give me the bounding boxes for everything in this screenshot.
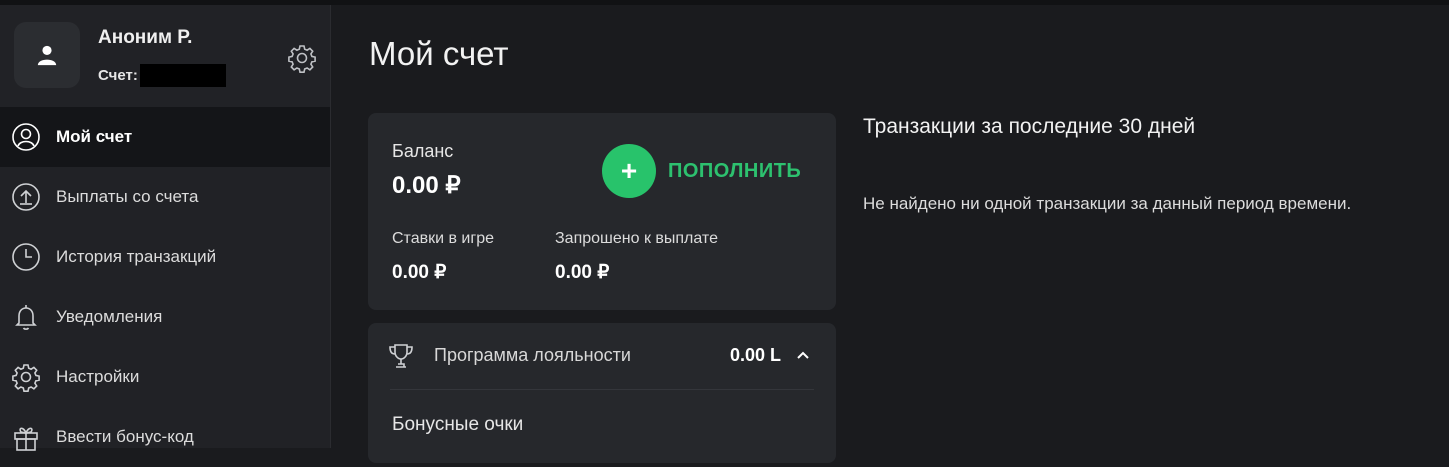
sidebar-item-label: Настройки — [56, 367, 140, 386]
topup-button[interactable]: + ПОПОЛНИТЬ — [602, 143, 802, 199]
balance-value: 0.00 ₽ — [392, 172, 461, 199]
sidebar-item-withdrawals[interactable]: Выплаты со счета — [0, 167, 330, 227]
sidebar-item-label: Мой счет — [56, 127, 133, 146]
balance-card: Баланс 0.00 ₽ + ПОПОЛНИТЬ Ставки в игре … — [368, 113, 836, 310]
trophy-icon — [386, 341, 416, 376]
transactions-title: Транзакции за последние 30 дней — [863, 115, 1196, 138]
sidebar-item-label: История транзакций — [56, 247, 217, 266]
avatar[interactable] — [14, 22, 80, 88]
user-circle-icon — [11, 122, 41, 152]
gear-icon — [11, 362, 41, 392]
loyalty-panel: Программа лояльности 0.00 L Бонусные очк… — [368, 323, 836, 463]
sidebar-item-settings[interactable]: Настройки — [0, 347, 330, 407]
account-number: Счет: — [98, 64, 226, 87]
sidebar-item-label: Уведомления — [56, 307, 163, 326]
sidebar-item-bonus-code[interactable]: Ввести бонус-код — [0, 407, 330, 467]
sidebar-item-my-account[interactable]: Мой счет — [0, 107, 330, 167]
profile-block: Аноним Р. Счет: — [0, 5, 330, 107]
loyalty-header[interactable]: Программа лояльности 0.00 L — [368, 323, 836, 389]
page-title: Мой счет — [369, 35, 509, 72]
chevron-up-icon[interactable] — [795, 347, 811, 368]
settings-gear-button[interactable] — [287, 43, 317, 78]
bell-icon — [11, 302, 41, 332]
plus-icon: + — [602, 144, 656, 198]
topup-label: ПОПОЛНИТЬ — [668, 159, 802, 182]
sidebar-item-history[interactable]: История транзакций — [0, 227, 330, 287]
account-redaction — [139, 64, 226, 87]
bonus-points-label: Бонусные очки — [392, 414, 524, 435]
upload-circle-icon — [11, 182, 41, 212]
sidebar: Аноним Р. Счет: Мой счет Выплаты со счет… — [0, 5, 331, 451]
main-content: Мой счет Баланс 0.00 ₽ + ПОПОЛНИТЬ Ставк… — [331, 5, 1449, 463]
clock-icon — [11, 242, 41, 272]
balance-label: Баланс — [392, 141, 454, 161]
gear-icon — [288, 45, 316, 73]
sidebar-item-label: Выплаты со счета — [56, 187, 199, 206]
sidebar-item-label: Ввести бонус-код — [56, 427, 194, 446]
sidebar-item-notifications[interactable]: Уведомления — [0, 287, 330, 347]
withdraw-requested-value: 0.00 ₽ — [555, 262, 610, 283]
loyalty-points-value: 0.00 L — [730, 345, 782, 365]
sidebar-nav: Мой счет Выплаты со счета История транза… — [0, 107, 330, 467]
user-icon — [37, 45, 57, 66]
user-name: Аноним Р. — [98, 27, 193, 48]
divider — [390, 389, 814, 390]
transactions-empty-message: Не найдено ни одной транзакции за данный… — [863, 194, 1352, 213]
bets-label: Ставки в игре — [392, 230, 494, 247]
withdraw-requested-label: Запрошено к выплате — [555, 230, 718, 247]
loyalty-title: Программа лояльности — [434, 345, 631, 365]
account-label: Счет: — [98, 67, 138, 84]
bets-value: 0.00 ₽ — [392, 262, 447, 283]
